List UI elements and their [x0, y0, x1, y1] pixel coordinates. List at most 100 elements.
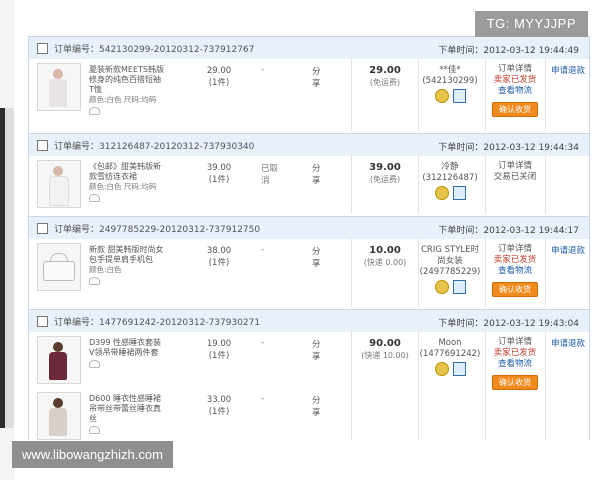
order-status-cell: 订单详情 卖家已发货 查看物流 确认收货	[485, 59, 544, 131]
qq-chat-icon[interactable]	[434, 186, 449, 200]
shipping-fee: (快递 10.00)	[361, 351, 409, 360]
refund-cell: 申请退款	[545, 332, 589, 440]
share-link[interactable]: 分享	[312, 65, 321, 89]
seller-name[interactable]: CRIG STYLE时尚女装	[419, 245, 481, 267]
item-row: 《包邮》甜美韩版新款雪纺连衣裙 颜色:白色 尺码:均码 39.00 (1件) 已…	[29, 156, 321, 212]
order-body: 《包邮》甜美韩版新款雪纺连衣裙 颜色:白色 尺码:均码 39.00 (1件) 已…	[29, 156, 589, 214]
qq-chat-icon[interactable]	[434, 280, 449, 294]
order-block: 订单编号：2497785229-20120312-737912750 下单时间：…	[29, 216, 589, 309]
order-detail-link[interactable]: 订单详情	[486, 244, 544, 255]
confirm-receipt-button[interactable]: 确认收货	[492, 375, 538, 390]
contact-card-icon[interactable]	[452, 89, 466, 103]
item-status: -	[261, 65, 265, 75]
watermark-top: TG: MYYJJPP	[474, 11, 588, 37]
product-title[interactable]: 新款 甜美韩版时尚女包手提单肩手机包	[89, 245, 165, 265]
seller-name[interactable]: Moon	[419, 338, 481, 349]
order-list-panel: 订单编号：542130299-20120312-737912767 下单时间：2…	[28, 36, 590, 440]
seller-name[interactable]: **佳*	[419, 65, 481, 76]
transaction-closed-status: 交易已关闭	[493, 172, 537, 182]
product-thumbnail[interactable]	[37, 392, 81, 440]
confirm-receipt-button[interactable]: 确认收货	[492, 102, 538, 117]
item-price-cell: 38.00 (1件)	[199, 245, 239, 269]
product-title[interactable]: D600 睡衣性感睡裙吊带丝带蕾丝睡衣真丝	[89, 394, 165, 424]
snapshot-icon[interactable]	[89, 277, 100, 285]
order-number: 订单编号：1477691242-20120312-737930271	[54, 317, 261, 328]
product-thumbnail[interactable]	[37, 63, 81, 111]
order-total: 39.00	[369, 162, 401, 173]
seller-contact-icons	[419, 280, 481, 294]
refund-link[interactable]: 申请退款	[546, 64, 589, 76]
share-link[interactable]: 分享	[312, 394, 321, 418]
item-price-cell: 33.00 (1件)	[199, 394, 239, 418]
qq-chat-icon[interactable]	[434, 362, 449, 376]
confirm-receipt-button[interactable]: 确认收货	[492, 282, 538, 297]
snapshot-icon[interactable]	[89, 360, 100, 368]
seller-cell: CRIG STYLE时尚女装 (2497785229)	[419, 239, 481, 307]
view-logistics-link[interactable]: 查看物流	[486, 359, 544, 370]
product-title[interactable]: D399 性感睡衣套装V领吊带睡裙两件套	[89, 338, 165, 358]
item-row: D600 睡衣性感睡裙吊带丝带蕾丝睡衣真丝 33.00 (1件) - 分享	[29, 388, 321, 440]
product-thumbnail[interactable]	[37, 160, 81, 208]
order-status-cell: 订单详情 卖家已发货 查看物流 确认收货	[485, 332, 544, 440]
item-status: -	[261, 394, 265, 404]
order-checkbox[interactable]	[37, 222, 48, 234]
order-time: 下单时间：2012-03-12 19:44:49	[438, 46, 579, 56]
share-link[interactable]: 分享	[312, 245, 321, 269]
order-block: 订单编号：1477691242-20120312-737930271 下单时间：…	[29, 309, 589, 440]
item-price: 39.00	[206, 163, 232, 173]
order-detail-link[interactable]: 订单详情	[486, 161, 544, 172]
item-quantity: (1件)	[208, 407, 230, 417]
product-thumbnail[interactable]	[37, 336, 81, 384]
order-detail-link[interactable]: 订单详情	[486, 337, 544, 348]
order-number: 订单编号：2497785229-20120312-737912750	[54, 224, 261, 235]
model-outfit-icon	[49, 176, 69, 206]
item-status: -	[261, 338, 265, 348]
order-header: 订单编号：1477691242-20120312-737930271 下单时间：…	[29, 310, 589, 332]
share-link[interactable]: 分享	[312, 162, 321, 186]
contact-card-icon[interactable]	[452, 362, 466, 376]
seller-id: (312126487)	[422, 173, 478, 183]
view-logistics-link[interactable]: 查看物流	[486, 266, 544, 277]
order-body: 夏装新款MEETS韩版修身的纯色百搭短袖T恤 颜色:白色 尺码:均码 29.00…	[29, 59, 589, 131]
order-detail-link[interactable]: 订单详情	[486, 64, 544, 75]
refund-link[interactable]: 申请退款	[546, 337, 589, 349]
shipping-fee: (免运费)	[369, 78, 401, 87]
item-quantity: (1件)	[208, 351, 230, 361]
shipped-status: 卖家已发货	[493, 255, 537, 265]
seller-cell: Moon (1477691242)	[419, 332, 481, 440]
order-number: 订单编号：542130299-20120312-737912767	[54, 44, 255, 55]
order-body: 新款 甜美韩版时尚女包手提单肩手机包 颜色:白色 38.00 (1件) - 分享…	[29, 239, 589, 307]
item-price: 19.00	[206, 339, 232, 349]
seller-name[interactable]: 冷静	[419, 162, 481, 173]
order-header: 订单编号：542130299-20120312-737912767 下单时间：2…	[29, 37, 589, 59]
snapshot-icon[interactable]	[89, 194, 100, 202]
order-total-cell: 39.00 (免运费)	[351, 156, 419, 214]
product-thumbnail[interactable]	[37, 243, 81, 291]
product-title[interactable]: 《包邮》甜美韩版新款雪纺连衣裙	[89, 162, 165, 182]
order-total: 90.00	[369, 338, 401, 349]
order-total: 29.00	[369, 65, 401, 76]
order-checkbox[interactable]	[37, 42, 48, 54]
refund-cell: 申请退款	[545, 239, 589, 307]
order-total: 10.00	[369, 245, 401, 256]
model-figure-icon	[53, 69, 63, 79]
contact-card-icon[interactable]	[452, 186, 466, 200]
share-link[interactable]: 分享	[312, 338, 321, 362]
left-edge-strip	[0, 0, 14, 480]
item-row: 新款 甜美韩版时尚女包手提单肩手机包 颜色:白色 38.00 (1件) - 分享	[29, 239, 321, 295]
order-items: 《包邮》甜美韩版新款雪纺连衣裙 颜色:白色 尺码:均码 39.00 (1件) 已…	[29, 156, 321, 214]
contact-card-icon[interactable]	[452, 280, 466, 294]
refund-link[interactable]: 申请退款	[546, 244, 589, 256]
item-row: 夏装新款MEETS韩版修身的纯色百搭短袖T恤 颜色:白色 尺码:均码 29.00…	[29, 59, 321, 115]
item-status: -	[261, 245, 265, 255]
view-logistics-link[interactable]: 查看物流	[486, 86, 544, 97]
snapshot-icon[interactable]	[89, 107, 100, 115]
product-attributes: 颜色:白色 尺码:均码	[89, 182, 157, 191]
product-title[interactable]: 夏装新款MEETS韩版修身的纯色百搭短袖T恤	[89, 65, 165, 95]
order-checkbox[interactable]	[37, 139, 48, 151]
shipping-fee: (快递 0.00)	[363, 258, 407, 267]
order-header: 订单编号：2497785229-20120312-737912750 下单时间：…	[29, 217, 589, 239]
order-checkbox[interactable]	[37, 315, 48, 327]
snapshot-icon[interactable]	[89, 426, 100, 434]
qq-chat-icon[interactable]	[434, 89, 449, 103]
